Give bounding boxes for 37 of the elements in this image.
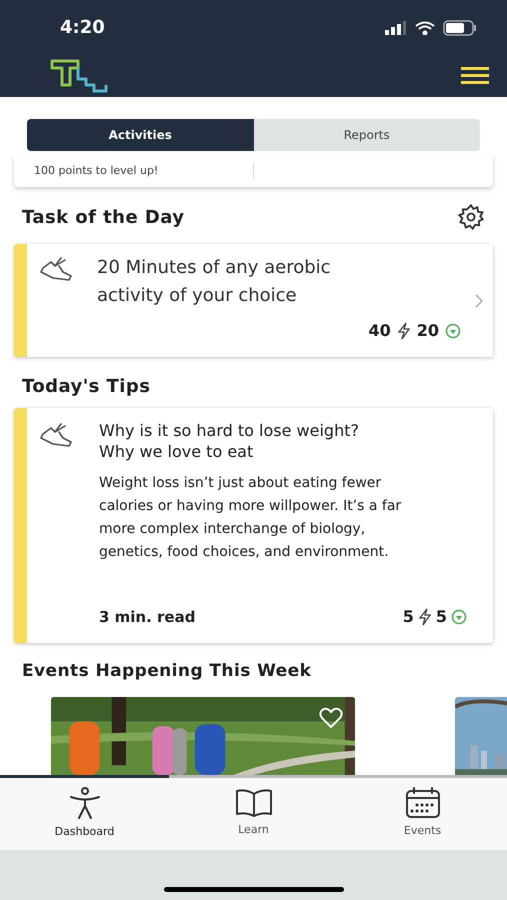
- tip-body: Weight loss isn’t just about eating fewer calories or having more willpower. It’s a far more complex interchange of biology, genetics, food choices, and environment.: [99, 474, 402, 562]
- sneaker-icon: [39, 256, 73, 282]
- coins-value: 5: [436, 606, 447, 628]
- chevron-right-icon: [475, 294, 483, 308]
- settings-icon[interactable]: [457, 203, 485, 231]
- read-time: 3 min. read: [99, 606, 196, 628]
- points-value: 5: [402, 606, 414, 628]
- task-card[interactable]: 20 Minutes of any aerobic activity of your choice 40 20: [14, 244, 493, 357]
- bolt-icon: [396, 322, 411, 340]
- points-value: 40: [368, 320, 391, 342]
- tab[interactable]: Activities: [27, 119, 254, 151]
- bolt-icon: [418, 608, 432, 626]
- section-heading: Events Happening This Week: [22, 660, 312, 683]
- nav-tab[interactable]: Dashboard: [0, 778, 169, 850]
- signal-icon: [385, 20, 407, 34]
- tip-card[interactable]: [14, 408, 493, 643]
- coins-value: 20: [416, 320, 439, 342]
- level-text: 100 points to level up!: [34, 162, 254, 180]
- menu-icon[interactable]: [461, 67, 489, 85]
- person-icon: [68, 786, 102, 820]
- nav-tab[interactable]: Learn: [169, 778, 338, 850]
- wifi-icon: [415, 20, 435, 34]
- coin-icon: [445, 323, 461, 339]
- logo-icon: [50, 59, 108, 93]
- tip-title: Why is it so hard to lose weight? Why we love to eat: [99, 420, 360, 462]
- coin-icon: [451, 609, 467, 625]
- sneaker-icon: [39, 422, 73, 448]
- calendar-icon: [404, 787, 440, 820]
- section-heading: Today's Tips: [22, 375, 152, 399]
- book-icon: [234, 788, 272, 818]
- section-heading: Task of the Day: [22, 206, 184, 230]
- task-title: 20 Minutes of any aerobic activity of your choice: [97, 256, 332, 308]
- battery-icon: [443, 20, 477, 36]
- tab[interactable]: Reports: [254, 119, 480, 151]
- nav-tab[interactable]: Events: [338, 778, 507, 850]
- heart-icon[interactable]: [319, 706, 343, 728]
- status-time: 4:20: [60, 16, 105, 40]
